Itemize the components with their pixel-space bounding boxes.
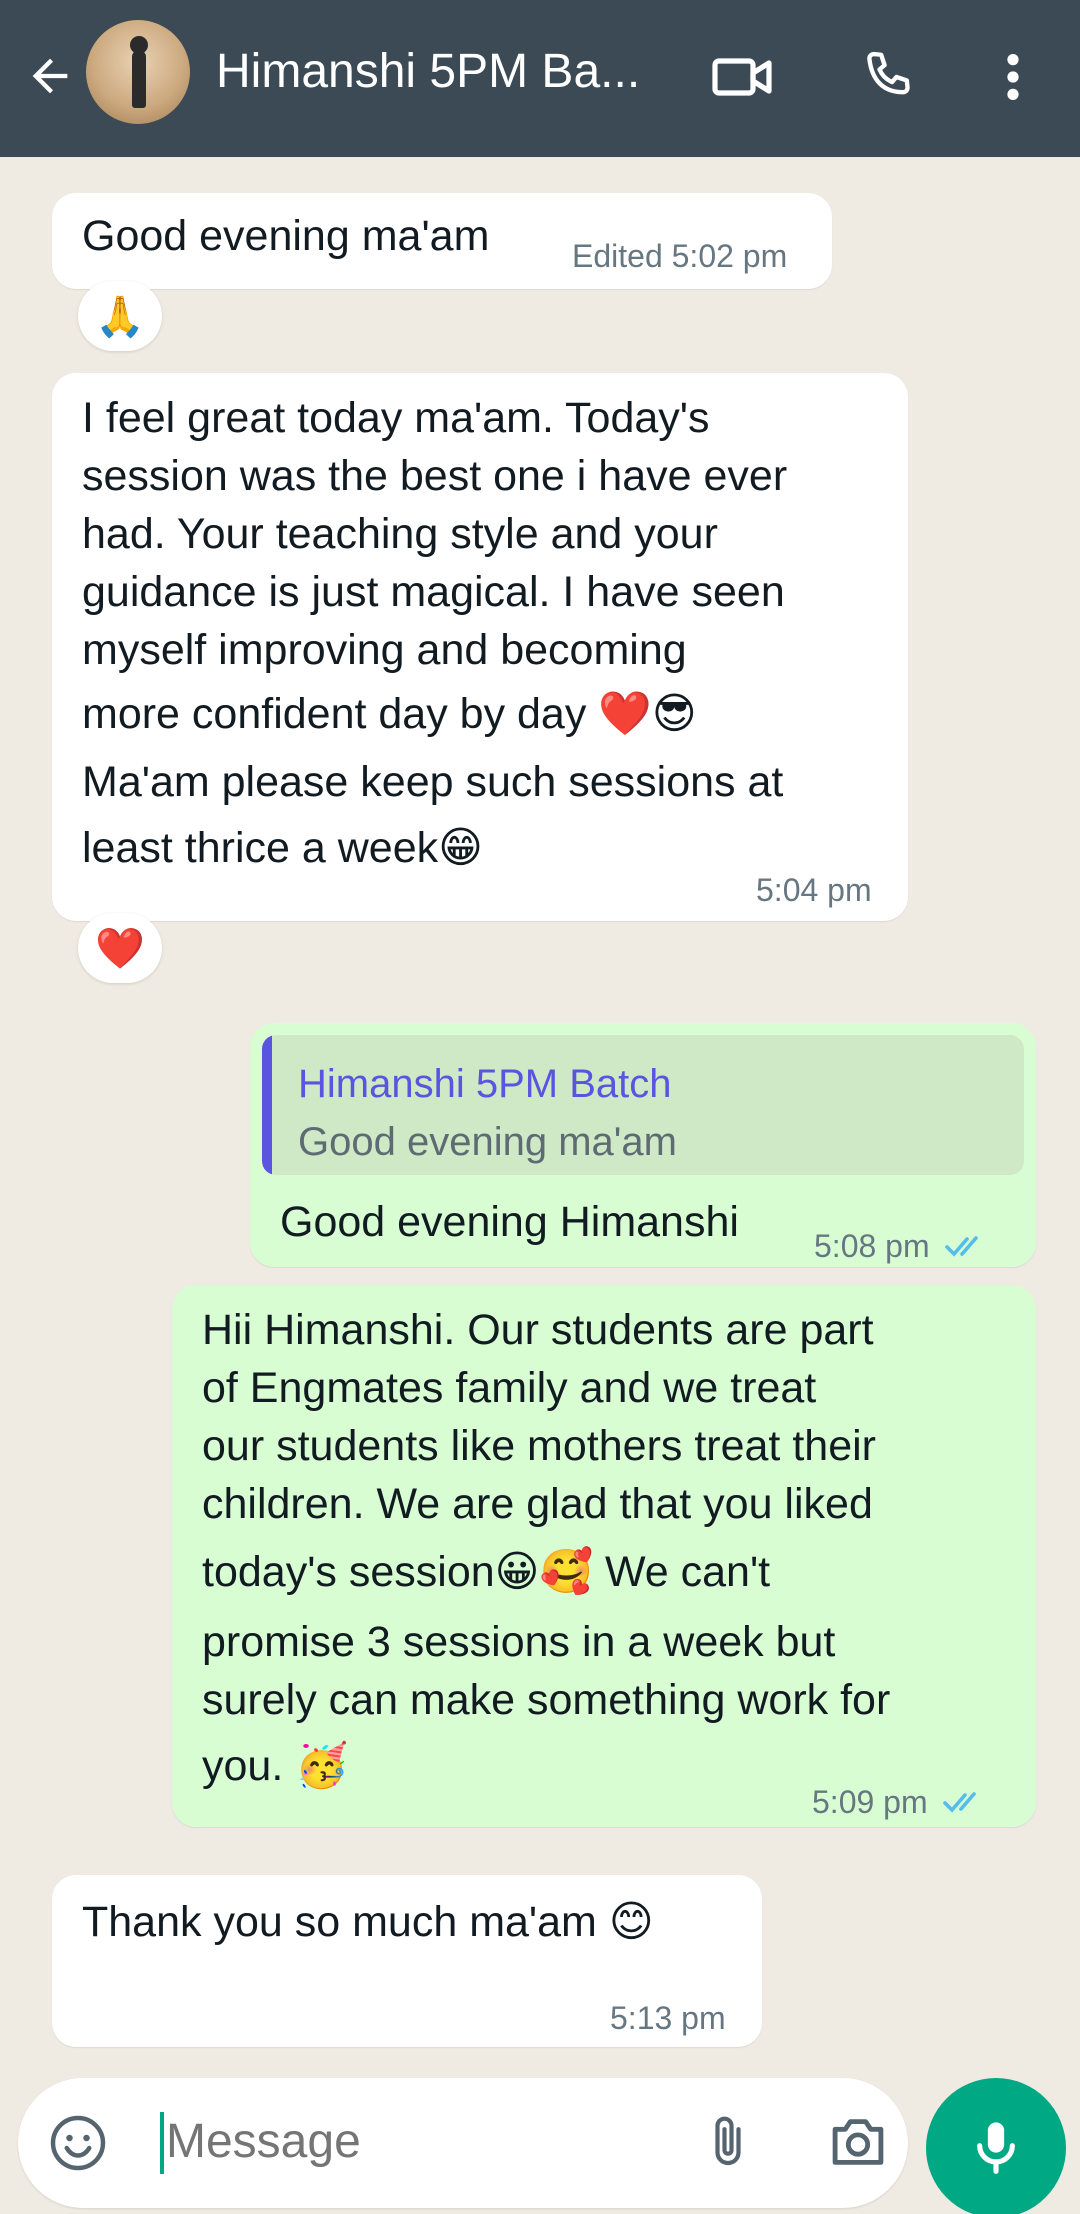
reaction-badge[interactable]: ❤️ [78, 913, 162, 983]
message-composer [18, 2078, 908, 2208]
quote-text: Good evening ma'am [298, 1120, 677, 1164]
message-text: Good evening ma'am [82, 212, 490, 260]
message-line: least thrice a week😁 [82, 824, 483, 872]
message-line: Ma'am please keep such sessions at [82, 758, 784, 806]
message-time: 5:08 pm [814, 1228, 930, 1264]
message-line: of Engmates family and we treat [202, 1364, 817, 1412]
chat-title[interactable]: Himanshi 5PM Ba... [216, 44, 640, 99]
message-meta: 5:09 pm [812, 1773, 991, 1834]
outgoing-message[interactable]: Himanshi 5PM Batch Good evening ma'am Go… [250, 1023, 1036, 1267]
outgoing-message[interactable]: Hii Himanshi. Our students are part of E… [172, 1285, 1036, 1827]
message-time: 5:09 pm [812, 1784, 928, 1820]
message-list[interactable]: Good evening ma'am Edited 5:02 pm 🙏 I fe… [0, 157, 1080, 2077]
quote-bar [262, 1035, 272, 1175]
message-line: children. We are glad that you liked [202, 1480, 873, 1528]
mic-icon[interactable] [926, 2078, 1066, 2214]
camera-icon[interactable] [826, 2110, 890, 2174]
read-ticks-icon [944, 1220, 993, 1278]
back-arrow-icon[interactable] [22, 48, 78, 104]
edited-label: Edited [572, 238, 663, 274]
video-call-icon[interactable] [708, 42, 778, 112]
message-time: 5:13 pm [610, 2000, 726, 2036]
message-line: surely can make something work for [202, 1676, 891, 1724]
message-time: 5:02 pm [671, 238, 788, 274]
more-options-icon[interactable] [978, 42, 1048, 112]
message-line: had. Your teaching style and your [82, 510, 718, 558]
chat-header: Himanshi 5PM Ba... [0, 0, 1080, 157]
message-line: more confident day by day ❤️😎 [82, 690, 697, 738]
message-line: Hii Himanshi. Our students are part [202, 1306, 874, 1354]
message-line: you. 🥳 [202, 1742, 349, 1790]
message-meta: 5:08 pm [814, 1217, 993, 1278]
message-line: session was the best one i have ever [82, 452, 788, 500]
reaction-badge[interactable]: 🙏 [78, 281, 162, 351]
message-line: guidance is just magical. I have seen [82, 568, 785, 616]
emoji-icon[interactable] [46, 2111, 110, 2175]
attach-icon[interactable] [696, 2110, 760, 2174]
text-caret [160, 2112, 164, 2174]
message-line: our students like mothers treat their [202, 1422, 876, 1470]
incoming-message[interactable]: Thank you so much ma'am 😊 5:13 pm [52, 1875, 762, 2047]
quoted-message[interactable]: Himanshi 5PM Batch Good evening ma'am [262, 1035, 1024, 1175]
message-text: Good evening Himanshi [280, 1198, 739, 1246]
voice-call-icon[interactable] [852, 42, 922, 112]
incoming-message[interactable]: I feel great today ma'am. Today's sessio… [52, 373, 908, 921]
message-text: Thank you so much ma'am 😊 [82, 1898, 654, 1946]
message-line: I feel great today ma'am. Today's [82, 394, 710, 442]
avatar[interactable] [86, 20, 190, 124]
incoming-message[interactable]: Good evening ma'am Edited 5:02 pm [52, 193, 832, 289]
message-meta: Edited 5:02 pm [572, 227, 787, 285]
message-time: 5:04 pm [756, 872, 872, 908]
reaction-emoji: 🙏 [95, 293, 145, 340]
message-line: myself improving and becoming [82, 626, 687, 674]
message-line: promise 3 sessions in a week but [202, 1618, 836, 1666]
message-line: today's session😀🥰 We can't [202, 1548, 771, 1596]
reaction-emoji: ❤️ [95, 925, 145, 972]
message-input[interactable] [166, 2114, 686, 2169]
quote-author: Himanshi 5PM Batch [298, 1062, 672, 1106]
read-ticks-icon [942, 1776, 991, 1834]
